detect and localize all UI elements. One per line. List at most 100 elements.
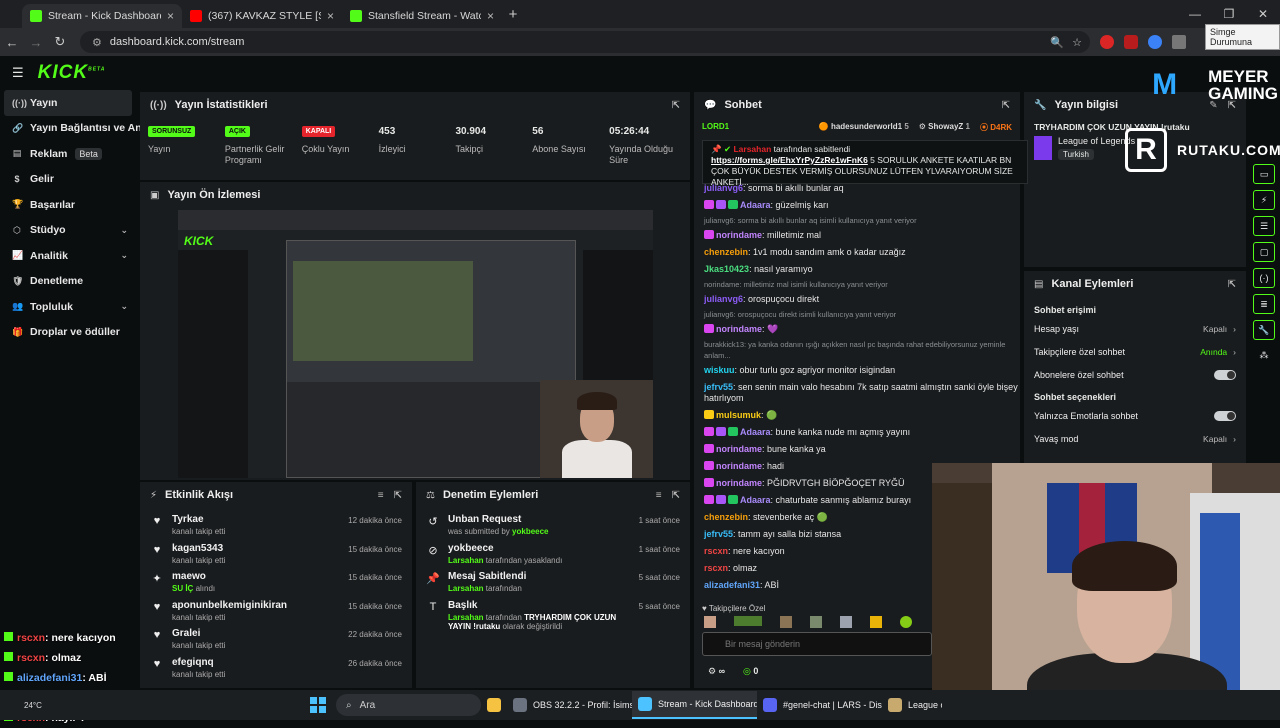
activity-username[interactable]: kagan5343 [172, 543, 340, 554]
toggle-switch[interactable] [1214, 369, 1236, 380]
channel-option[interactable]: Abonelere özel sohbet [1024, 363, 1246, 386]
popout-icon[interactable]: ⇱ [1002, 100, 1010, 111]
chat-username[interactable]: jefrv55 [704, 382, 733, 392]
channel-option[interactable]: Yalnızca Emotlarla sohbet [1024, 404, 1246, 427]
sidebar-item[interactable]: ▤ Reklam Beta [0, 141, 138, 167]
kick-logo[interactable]: KICKBETA [38, 62, 106, 84]
hamburger-menu-icon[interactable]: ☰ [12, 65, 24, 81]
chat-username[interactable]: norindame [716, 478, 762, 488]
chat-username[interactable]: rscxn [704, 546, 728, 556]
sidebar-item[interactable]: 🏆 Başarılar [0, 192, 138, 218]
moderator-username[interactable]: Larsahan [448, 556, 484, 565]
sidebar-item[interactable]: ⬡ Stüdyo ⌄ [0, 218, 138, 244]
chat-message-input[interactable]: Bir mesaj gönderin [702, 632, 932, 656]
broadcast-icon[interactable]: (·) [1253, 268, 1275, 288]
forward-icon[interactable]: → [24, 35, 48, 50]
browser-tab[interactable]: (367) KAVKAZ STYLE [SLOWED × [182, 4, 342, 28]
filter-icon[interactable]: ≡ [656, 490, 662, 501]
taskbar-app[interactable]: Stream - Kick Dashboard [632, 691, 757, 719]
taskbar-search[interactable]: ⌕ Ara [336, 694, 481, 716]
chat-username[interactable]: mulsumuk [716, 410, 761, 420]
bolt-icon[interactable]: ⚡ [1253, 190, 1275, 210]
weather-widget[interactable]: 24°C [0, 701, 80, 710]
taskbar-app[interactable]: OBS 32.2.2 - Profil: İsimsi [507, 691, 632, 719]
option-value[interactable]: Kapalı [1203, 434, 1227, 444]
chevron-down-icon[interactable]: ⌄ [120, 225, 128, 236]
new-tab-button[interactable]: + [502, 4, 524, 28]
chat-username[interactable]: norindame [716, 324, 762, 334]
stream-preview-video[interactable]: KICK [178, 210, 653, 478]
pinned-message[interactable]: 📌 ✔ Larsahan tarafından sabitlendi https… [702, 140, 1028, 187]
browser-tab[interactable]: Stream - Kick Dashboard × [22, 4, 182, 28]
activity-username[interactable]: aponunbelkemiginikiran [172, 600, 340, 611]
category-name[interactable]: League of Legends [1058, 136, 1135, 146]
popout-icon[interactable]: ⇱ [672, 490, 680, 501]
chat-username[interactable]: jefrv55 [704, 529, 733, 539]
moderator-username[interactable]: Larsahan [448, 584, 484, 593]
list-icon[interactable]: ☰ [1253, 216, 1275, 236]
extensions-puzzle-icon[interactable] [1172, 35, 1186, 49]
chat-username[interactable]: norindame [716, 230, 762, 240]
infinity-points[interactable]: ⚙ ∞ [708, 666, 725, 677]
zoom-icon[interactable]: 🔍 [1050, 36, 1064, 49]
channel-option[interactable]: Takipçilere özel sohbet Anında › [1024, 340, 1246, 363]
chat-username[interactable]: julianvg6 [704, 294, 743, 304]
tab-close-icon[interactable]: × [487, 9, 494, 23]
points-counter[interactable]: ◎ 0 [743, 666, 758, 677]
users-icon[interactable]: ⁂ [1253, 346, 1275, 366]
taskbar-app[interactable]: League o [882, 691, 942, 719]
chat-username[interactable]: wiskuu [704, 365, 735, 375]
chevron-right-icon[interactable]: › [1233, 434, 1236, 444]
chat-username[interactable]: chenzebin [704, 247, 748, 257]
extension-red-icon[interactable] [1100, 35, 1114, 49]
filter-icon[interactable]: ≡ [378, 490, 384, 501]
browser-tab[interactable]: Stansfield Stream - Watch L × [342, 4, 502, 28]
option-value[interactable]: Anında [1200, 347, 1227, 357]
sidebar-item[interactable]: $ Gelir [0, 167, 138, 193]
popout-icon[interactable]: ⇱ [672, 100, 680, 111]
sidebar-item[interactable]: 👥 Topluluk ⌄ [0, 294, 138, 320]
chat-username[interactable]: norindame [716, 461, 762, 471]
popout-icon[interactable]: ⇱ [1228, 279, 1236, 290]
back-icon[interactable]: ← [0, 35, 24, 50]
chevron-down-icon[interactable]: ⌄ [120, 250, 128, 261]
chat-username[interactable]: Adaara [740, 200, 771, 210]
channel-option[interactable]: Yavaş mod Kapalı › [1024, 427, 1246, 450]
site-info-icon[interactable]: ⚙ [92, 36, 102, 49]
extension-shield-icon[interactable] [1124, 35, 1138, 49]
layers-icon[interactable]: ≣ [1253, 294, 1275, 314]
tab-close-icon[interactable]: × [327, 9, 334, 23]
sidebar-item[interactable]: 🎁 Droplar ve ödüller [0, 320, 138, 346]
sidebar-item[interactable]: 📈 Analitik ⌄ [0, 243, 138, 269]
chat-bubble-icon[interactable]: ▢ [1253, 242, 1275, 262]
activity-username[interactable]: maewo [172, 571, 340, 582]
toggle-switch[interactable] [1214, 410, 1236, 421]
taskbar-app[interactable]: #genel-chat | LARS - Dis [757, 691, 882, 719]
sidebar-item[interactable]: ((·)) Yayın [4, 90, 132, 116]
chat-username[interactable]: Adaara [740, 427, 771, 437]
chat-username[interactable]: rscxn [704, 563, 728, 573]
popout-icon[interactable]: ⇱ [394, 490, 402, 501]
chevron-down-icon[interactable]: ⌄ [120, 301, 128, 312]
chat-username[interactable]: chenzebin [704, 512, 748, 522]
url-field[interactable]: ⚙ dashboard.kick.com/stream 🔍 ☆ [80, 31, 1090, 53]
tab-close-icon[interactable]: × [167, 9, 174, 23]
chevron-right-icon[interactable]: › [1233, 347, 1236, 357]
file-explorer-icon[interactable] [481, 691, 507, 719]
moderator-username[interactable]: Larsahan [448, 613, 484, 622]
bookmark-star-icon[interactable]: ☆ [1072, 36, 1082, 49]
pinned-link[interactable]: https://forms.gle/EhxYrPyZzRe1wFnK6 [711, 155, 868, 165]
activity-username[interactable]: Tyrkae [172, 514, 340, 525]
chevron-right-icon[interactable]: › [1233, 324, 1236, 334]
channel-option[interactable]: Hesap yaşı Kapalı › [1024, 317, 1246, 340]
extension-blue-icon[interactable] [1148, 35, 1162, 49]
chat-username[interactable]: alizadefani31 [704, 580, 760, 590]
sidebar-item[interactable]: 🛡 Denetleme [0, 269, 138, 295]
sidebar-item[interactable]: 🔗 Yayın Bağlantısı ve Anahtarı [0, 116, 170, 142]
chat-username[interactable]: norindame [716, 444, 762, 454]
chat-username[interactable]: Adaara [740, 495, 771, 505]
moderator-username[interactable]: yokbeece [512, 527, 548, 536]
chat-username[interactable]: Jkas10423 [704, 264, 749, 274]
option-value[interactable]: Kapalı [1203, 324, 1227, 334]
wrench-icon[interactable]: 🔧 [1253, 320, 1275, 340]
